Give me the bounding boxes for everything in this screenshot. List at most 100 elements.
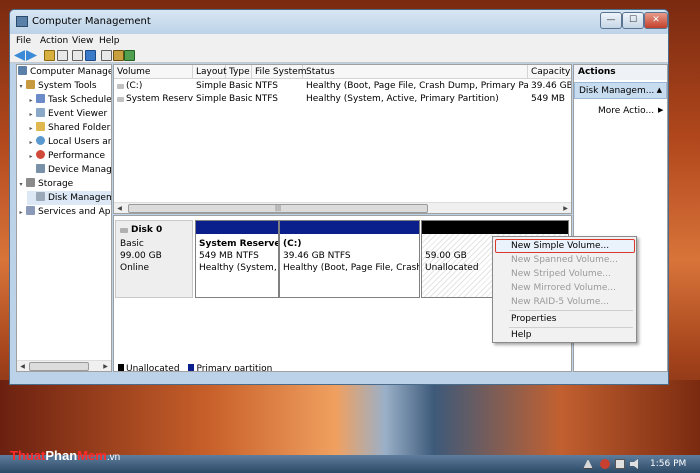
minimize-button[interactable]: — [600, 12, 622, 29]
menu-view[interactable]: View [72, 36, 93, 46]
disk-status: Online [120, 263, 150, 273]
menu-item-new-spanned-volume: New Spanned Volume... [511, 255, 619, 265]
expand-icon[interactable]: ▸ [17, 206, 25, 220]
forward-icon[interactable] [26, 50, 37, 61]
volume-list: Volume Layout Type File System Status Ca… [113, 64, 572, 214]
column-layout[interactable]: Layout [193, 65, 227, 79]
menu-item-new-striped-volume: New Striped Volume... [511, 269, 611, 279]
title-bar[interactable]: Computer Management — ☐ ✕ [10, 10, 668, 34]
more-actions-item[interactable]: More Actio... ▶ [598, 106, 663, 116]
volume-icon [117, 84, 124, 89]
partition-c[interactable]: (C:) 39.46 GB NTFS Healthy (Boot, Page F… [279, 220, 420, 298]
menu-help[interactable]: Help [99, 36, 120, 46]
action-center-icon[interactable] [600, 459, 610, 469]
expand-icon[interactable]: ▾ [17, 80, 25, 94]
disk-icon [36, 192, 45, 201]
partition-size: 549 MB NTFS [199, 251, 259, 261]
scroll-right-icon[interactable]: ▶ [560, 203, 571, 213]
export-icon[interactable] [113, 50, 124, 61]
event-viewer-icon [36, 108, 45, 117]
tree-horizontal-scrollbar[interactable]: ◀ ▶ [17, 360, 111, 371]
watermark-logo: ThuatPhanMem.vn [10, 448, 121, 463]
menu-bar: File Action View Help [10, 34, 668, 48]
console-icon[interactable] [72, 50, 83, 61]
primary-swatch [188, 364, 195, 371]
tree-item-local-users[interactable]: ▸Local Users and [27, 135, 111, 150]
properties-icon[interactable] [101, 50, 112, 61]
actions-title: Actions [574, 65, 667, 80]
close-button[interactable]: ✕ [644, 12, 668, 29]
folder-icon [36, 122, 45, 131]
column-file-system[interactable]: File System [252, 65, 306, 79]
expand-icon[interactable]: ▸ [27, 94, 35, 108]
submenu-arrow-icon: ▶ [658, 106, 664, 114]
menu-item-properties[interactable]: Properties [511, 314, 556, 324]
tree-item-event-viewer[interactable]: ▸ Event Viewer [27, 107, 107, 121]
volume-horizontal-scrollbar[interactable]: ◀ ||| ▶ [114, 202, 571, 213]
menu-file[interactable]: File [16, 36, 31, 46]
tree-item-task-scheduler[interactable]: ▸ Task Scheduler [27, 93, 111, 108]
refresh-icon[interactable] [124, 50, 135, 61]
computer-management-icon [16, 16, 28, 27]
menu-item-new-simple-volume[interactable]: New Simple Volume... [511, 241, 609, 251]
column-volume[interactable]: Volume [114, 65, 193, 79]
tree-item-device-manager[interactable]: Device Manager [27, 163, 111, 177]
volume-icon [117, 97, 124, 102]
scroll-thumb[interactable] [29, 362, 89, 371]
expand-icon[interactable]: ▸ [27, 136, 35, 150]
taskbar-clock[interactable]: 1:56 PM [650, 459, 686, 469]
scroll-right-icon[interactable]: ▶ [100, 361, 111, 371]
tree-item-storage[interactable]: ▾ Storage [17, 177, 73, 191]
column-type[interactable]: Type [226, 65, 252, 79]
clock-icon [36, 94, 45, 103]
tree-item-performance[interactable]: ▸ Performance [27, 149, 105, 163]
menu-separator [509, 327, 633, 328]
network-icon[interactable] [615, 459, 625, 469]
window-title: Computer Management [32, 16, 151, 27]
tree-item-shared-folders[interactable]: ▸ Shared Folders [27, 121, 111, 136]
menu-item-new-raid5-volume: New RAID-5 Volume... [511, 297, 610, 307]
partition-status: Healthy (Boot, Page File, Crash Du [283, 263, 420, 273]
scroll-left-icon[interactable]: ◀ [17, 361, 28, 371]
tree-item-computer-management[interactable]: Computer Managem [17, 65, 111, 79]
scroll-left-icon[interactable]: ◀ [114, 203, 125, 213]
device-icon [36, 164, 45, 173]
expand-icon[interactable]: ▸ [27, 108, 35, 122]
table-row[interactable]: System Reserved Simple Basic NTFS Health… [114, 93, 571, 106]
expand-icon[interactable]: ▾ [17, 178, 25, 192]
partition-status: Healthy (System, Ac [199, 263, 278, 273]
tree-item-disk-management[interactable]: Disk Manageme [27, 191, 111, 205]
tree-item-system-tools[interactable]: ▾ System Tools [17, 79, 97, 93]
disk-0-info[interactable]: Disk 0 Basic 99.00 GB Online [115, 220, 193, 298]
column-status[interactable]: Status [303, 65, 528, 79]
column-capacity[interactable]: Capacity [528, 65, 571, 79]
menu-separator [509, 310, 633, 311]
primary-partition-bar [196, 221, 278, 234]
partition-status: Unallocated [425, 263, 479, 273]
expand-icon[interactable]: ▸ [27, 150, 35, 164]
back-icon[interactable] [14, 50, 25, 61]
disk-type: Basic [120, 239, 144, 249]
menu-action[interactable]: Action [40, 36, 68, 46]
desktop-wallpaper [0, 380, 700, 455]
partition-size: 39.46 GB NTFS [283, 251, 351, 261]
disk-icon [120, 228, 128, 233]
actions-section-disk-management[interactable]: Disk Managem... ▲ [574, 82, 667, 99]
tree-item-services[interactable]: ▸ Services and Appl [17, 205, 111, 220]
users-icon [36, 136, 45, 145]
partition-name: (C:) [283, 239, 302, 249]
expand-icon[interactable]: ▸ [27, 122, 35, 136]
legend-unallocated: Unallocated [126, 364, 180, 372]
partition-system-reserved[interactable]: System Reserved 549 MB NTFS Healthy (Sys… [195, 220, 279, 298]
help-icon[interactable] [85, 50, 96, 61]
unallocated-bar [422, 221, 568, 234]
maximize-button[interactable]: ☐ [622, 12, 644, 29]
scroll-thumb[interactable]: ||| [128, 204, 428, 213]
show-hide-tree-icon[interactable] [57, 50, 68, 61]
menu-item-help[interactable]: Help [511, 330, 532, 340]
performance-icon [36, 150, 45, 159]
disk-name: Disk 0 [131, 225, 163, 235]
up-folder-icon[interactable] [44, 50, 55, 61]
collapse-icon[interactable]: ▲ [657, 86, 662, 94]
table-row[interactable]: (C:) Simple Basic NTFS Healthy (Boot, Pa… [114, 80, 571, 93]
